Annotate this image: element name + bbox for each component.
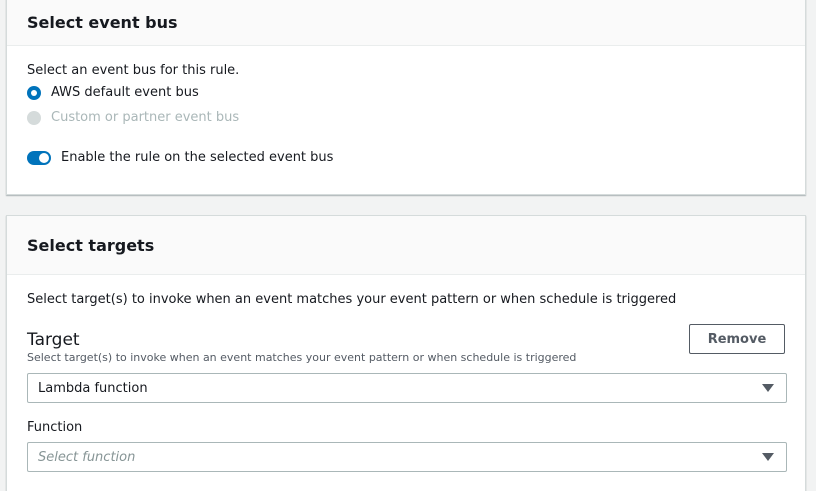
targets-panel: Select targets Select target(s) to invok… bbox=[6, 215, 806, 491]
targets-description: Select target(s) to invoke when an event… bbox=[27, 292, 677, 307]
targets-panel-title: Select targets bbox=[27, 235, 155, 255]
enable-rule-toggle-row[interactable]: Enable the rule on the selected event bu… bbox=[27, 150, 785, 165]
caret-down-icon bbox=[762, 453, 774, 461]
remove-button[interactable]: Remove bbox=[689, 324, 785, 354]
event-bus-panel: Select event bus Select an event bus for… bbox=[6, 0, 806, 195]
targets-panel-body: Select target(s) to invoke when an event… bbox=[7, 292, 805, 472]
target-header: Target Select target(s) to invoke when a… bbox=[27, 324, 785, 364]
toggle-label: Enable the rule on the selected event bu… bbox=[61, 150, 334, 165]
target-subtitle: Select target(s) to invoke when an event… bbox=[27, 351, 577, 364]
target-type-value: Lambda function bbox=[38, 380, 148, 396]
radio-aws-default[interactable]: AWS default event bus bbox=[27, 80, 785, 105]
event-bus-description: Select an event bus for this rule. bbox=[27, 63, 240, 78]
function-label: Function bbox=[27, 420, 83, 435]
event-bus-panel-title: Select event bus bbox=[27, 13, 178, 32]
event-bus-panel-header: Select event bus bbox=[7, 0, 805, 46]
radio-label-custom-partner: Custom or partner event bus bbox=[51, 110, 240, 125]
target-title: Target bbox=[27, 330, 80, 350]
toggle-switch[interactable] bbox=[27, 150, 51, 165]
function-placeholder: Select function bbox=[38, 449, 136, 465]
radio-disabled-icon bbox=[27, 110, 41, 125]
target-type-select[interactable]: Lambda function bbox=[27, 373, 787, 403]
radio-label-aws-default: AWS default event bus bbox=[51, 85, 199, 100]
target-heading-group: Target Select target(s) to invoke when a… bbox=[27, 330, 576, 364]
function-select[interactable]: Select function bbox=[27, 442, 787, 472]
radio-checked-icon[interactable] bbox=[27, 85, 41, 100]
radio-custom-partner: Custom or partner event bus bbox=[27, 105, 785, 130]
targets-panel-header: Select targets bbox=[7, 216, 805, 275]
caret-down-icon bbox=[762, 384, 774, 392]
event-bus-panel-body: Select an event bus for this rule. AWS d… bbox=[7, 63, 805, 165]
